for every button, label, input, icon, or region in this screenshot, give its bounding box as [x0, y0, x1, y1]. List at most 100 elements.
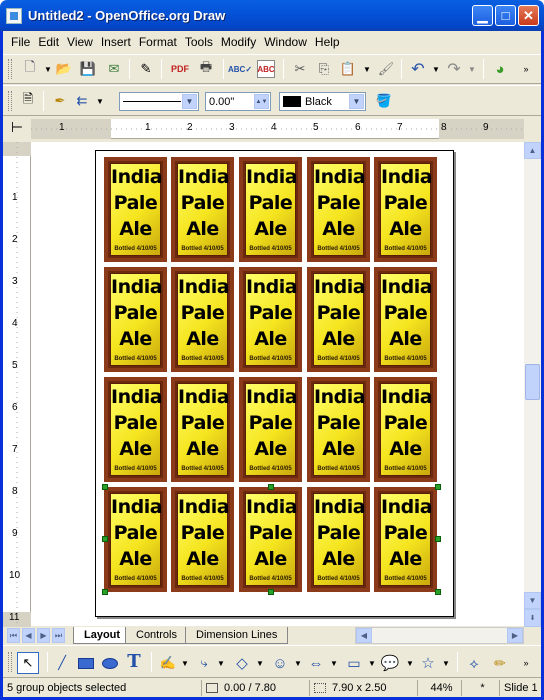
beer-label[interactable]: India Pale Ale Bottled 4/10/05 [307, 267, 370, 372]
beer-label[interactable]: India Pale Ale Bottled 4/10/05 [374, 487, 437, 592]
flowchart-dropdown-icon[interactable]: ▼ [363, 654, 381, 672]
curve-tool-icon[interactable]: ✍ [159, 654, 177, 672]
beer-label[interactable]: India Pale Ale Bottled 4/10/05 [374, 377, 437, 482]
line-style-select[interactable]: ▼ [119, 92, 199, 111]
format-paintbrush-icon[interactable]: 🖌 [377, 60, 395, 78]
undo-icon[interactable]: ↶ [409, 60, 427, 78]
minimize-button[interactable]: ▁ [472, 5, 493, 26]
ruler-corner-tab-icon[interactable]: ⊢ [3, 119, 31, 139]
symbol-shapes-icon[interactable]: ☺ [271, 654, 289, 672]
selection-handle[interactable] [435, 589, 441, 595]
stars-dropdown-icon[interactable]: ▼ [437, 654, 455, 672]
selection-handle[interactable] [268, 589, 274, 595]
beer-label[interactable]: India Pale Ale Bottled 4/10/05 [171, 377, 234, 482]
beer-label[interactable]: India Pale Ale Bottled 4/10/05 [239, 157, 302, 262]
copy-icon[interactable]: ⎘ [315, 60, 333, 78]
redo-icon[interactable]: ↷ [445, 60, 463, 78]
block-arrows-dropdown-icon[interactable]: ▼ [325, 654, 343, 672]
beer-label[interactable]: India Pale Ale Bottled 4/10/05 [104, 487, 167, 592]
chevron-down-icon[interactable]: ▼ [182, 94, 197, 109]
line-color-select[interactable]: Black ▼ [279, 92, 366, 111]
block-arrows-icon[interactable]: ⇔ [307, 654, 325, 672]
menu-insert[interactable]: Insert [97, 35, 135, 49]
beer-label[interactable]: India Pale Ale Bottled 4/10/05 [307, 487, 370, 592]
vertical-scrollbar[interactable]: ▲ ▼ ⬇ [524, 142, 541, 627]
beer-label[interactable]: India Pale Ale Bottled 4/10/05 [104, 377, 167, 482]
horizontal-scrollbar[interactable]: ◀ ▶ [355, 627, 524, 644]
email-icon[interactable]: ✉ [105, 60, 123, 78]
selection-handle[interactable] [102, 589, 108, 595]
select-arrow-icon[interactable]: ↖ [17, 652, 39, 674]
connector-tool-icon[interactable]: ⤷ [195, 654, 213, 672]
connector-dropdown-icon[interactable]: ▼ [212, 654, 230, 672]
paste-icon[interactable]: 📋 [339, 60, 357, 78]
spin-arrows-icon[interactable]: ▲▼ [254, 94, 269, 109]
maximize-button[interactable]: □ [495, 5, 516, 26]
status-zoom[interactable]: 44% [417, 680, 461, 696]
autospellcheck-icon[interactable]: ABC [257, 60, 275, 78]
scroll-down-icon[interactable]: ▼ [524, 592, 541, 609]
export-pdf-icon[interactable]: PDF [171, 60, 189, 78]
toolbar-grip[interactable] [8, 91, 12, 111]
first-tab-icon[interactable]: ⏮ [7, 628, 20, 643]
tab-dimension-lines[interactable]: Dimension Lines [185, 627, 289, 644]
toolbar-more-icon[interactable]: » [517, 60, 535, 78]
arrow-style-dropdown-icon[interactable]: ▼ [91, 92, 109, 110]
symbol-shapes-dropdown-icon[interactable]: ▼ [289, 654, 307, 672]
print-icon[interactable]: 🖶 [197, 59, 215, 78]
beer-label[interactable]: India Pale Ale Bottled 4/10/05 [239, 377, 302, 482]
scroll-thumb[interactable] [525, 364, 540, 400]
menu-edit[interactable]: Edit [34, 35, 63, 49]
beer-label[interactable]: India Pale Ale Bottled 4/10/05 [239, 267, 302, 372]
redo-dropdown-icon[interactable]: ▼ [463, 60, 481, 78]
beer-label[interactable]: India Pale Ale Bottled 4/10/05 [307, 157, 370, 262]
glue-points-icon[interactable]: ✏ [491, 654, 509, 672]
chevron-down-icon[interactable]: ▼ [349, 94, 364, 109]
tab-controls[interactable]: Controls [125, 627, 188, 644]
last-tab-icon[interactable]: ⏭ [52, 628, 65, 643]
prev-tab-icon[interactable]: ◀ [22, 628, 35, 643]
chart-icon[interactable]: ◕ [491, 60, 509, 78]
spellcheck-icon[interactable]: ABC✓ [228, 60, 252, 78]
beer-label[interactable]: India Pale Ale Bottled 4/10/05 [104, 157, 167, 262]
menu-format[interactable]: Format [135, 35, 181, 49]
menu-modify[interactable]: Modify [217, 35, 260, 49]
paste-dropdown-icon[interactable]: ▼ [358, 60, 376, 78]
basic-shapes-dropdown-icon[interactable]: ▼ [251, 654, 269, 672]
selection-handle[interactable] [435, 536, 441, 542]
flowchart-icon[interactable]: ▭ [345, 654, 363, 672]
area-fill-icon[interactable]: 🪣 [375, 92, 393, 110]
arrow-style-icon[interactable]: ⇇ [73, 92, 91, 110]
menu-window[interactable]: Window [260, 35, 311, 49]
selection-handle[interactable] [268, 484, 274, 490]
new-document-icon[interactable]: 🗋 [21, 59, 39, 78]
toolbar-more-icon[interactable]: » [517, 654, 535, 672]
ellipse-tool-icon[interactable] [101, 654, 119, 672]
rectangle-tool-icon[interactable] [77, 654, 95, 672]
menu-help[interactable]: Help [311, 35, 344, 49]
curve-dropdown-icon[interactable]: ▼ [176, 654, 194, 672]
points-icon[interactable]: ⟡ [465, 654, 483, 672]
styles-icon[interactable]: 🗎 [19, 91, 37, 110]
menu-file[interactable]: File [7, 35, 34, 49]
text-tool-icon[interactable]: T [125, 651, 143, 672]
edit-file-icon[interactable]: ✎ [137, 60, 155, 78]
scroll-right-icon[interactable]: ▶ [507, 628, 523, 643]
beer-label[interactable]: India Pale Ale Bottled 4/10/05 [104, 267, 167, 372]
beer-label[interactable]: India Pale Ale Bottled 4/10/05 [171, 157, 234, 262]
scroll-left-icon[interactable]: ◀ [356, 628, 372, 643]
tab-layout[interactable]: Layout [73, 627, 132, 644]
close-button[interactable]: ✕ [518, 5, 539, 26]
line-tool-icon[interactable]: ╱ [53, 654, 71, 672]
undo-dropdown-icon[interactable]: ▼ [427, 60, 445, 78]
cut-icon[interactable]: ✂ [291, 60, 309, 78]
beer-label[interactable]: India Pale Ale Bottled 4/10/05 [374, 267, 437, 372]
callouts-dropdown-icon[interactable]: ▼ [401, 654, 419, 672]
beer-label[interactable]: India Pale Ale Bottled 4/10/05 [171, 267, 234, 372]
callouts-icon[interactable]: 💬 [381, 654, 400, 672]
menu-view[interactable]: View [63, 35, 97, 49]
open-folder-icon[interactable]: 📂 [55, 60, 73, 78]
selection-handle[interactable] [102, 536, 108, 542]
selection-handle[interactable] [435, 484, 441, 490]
beer-label[interactable]: India Pale Ale Bottled 4/10/05 [374, 157, 437, 262]
